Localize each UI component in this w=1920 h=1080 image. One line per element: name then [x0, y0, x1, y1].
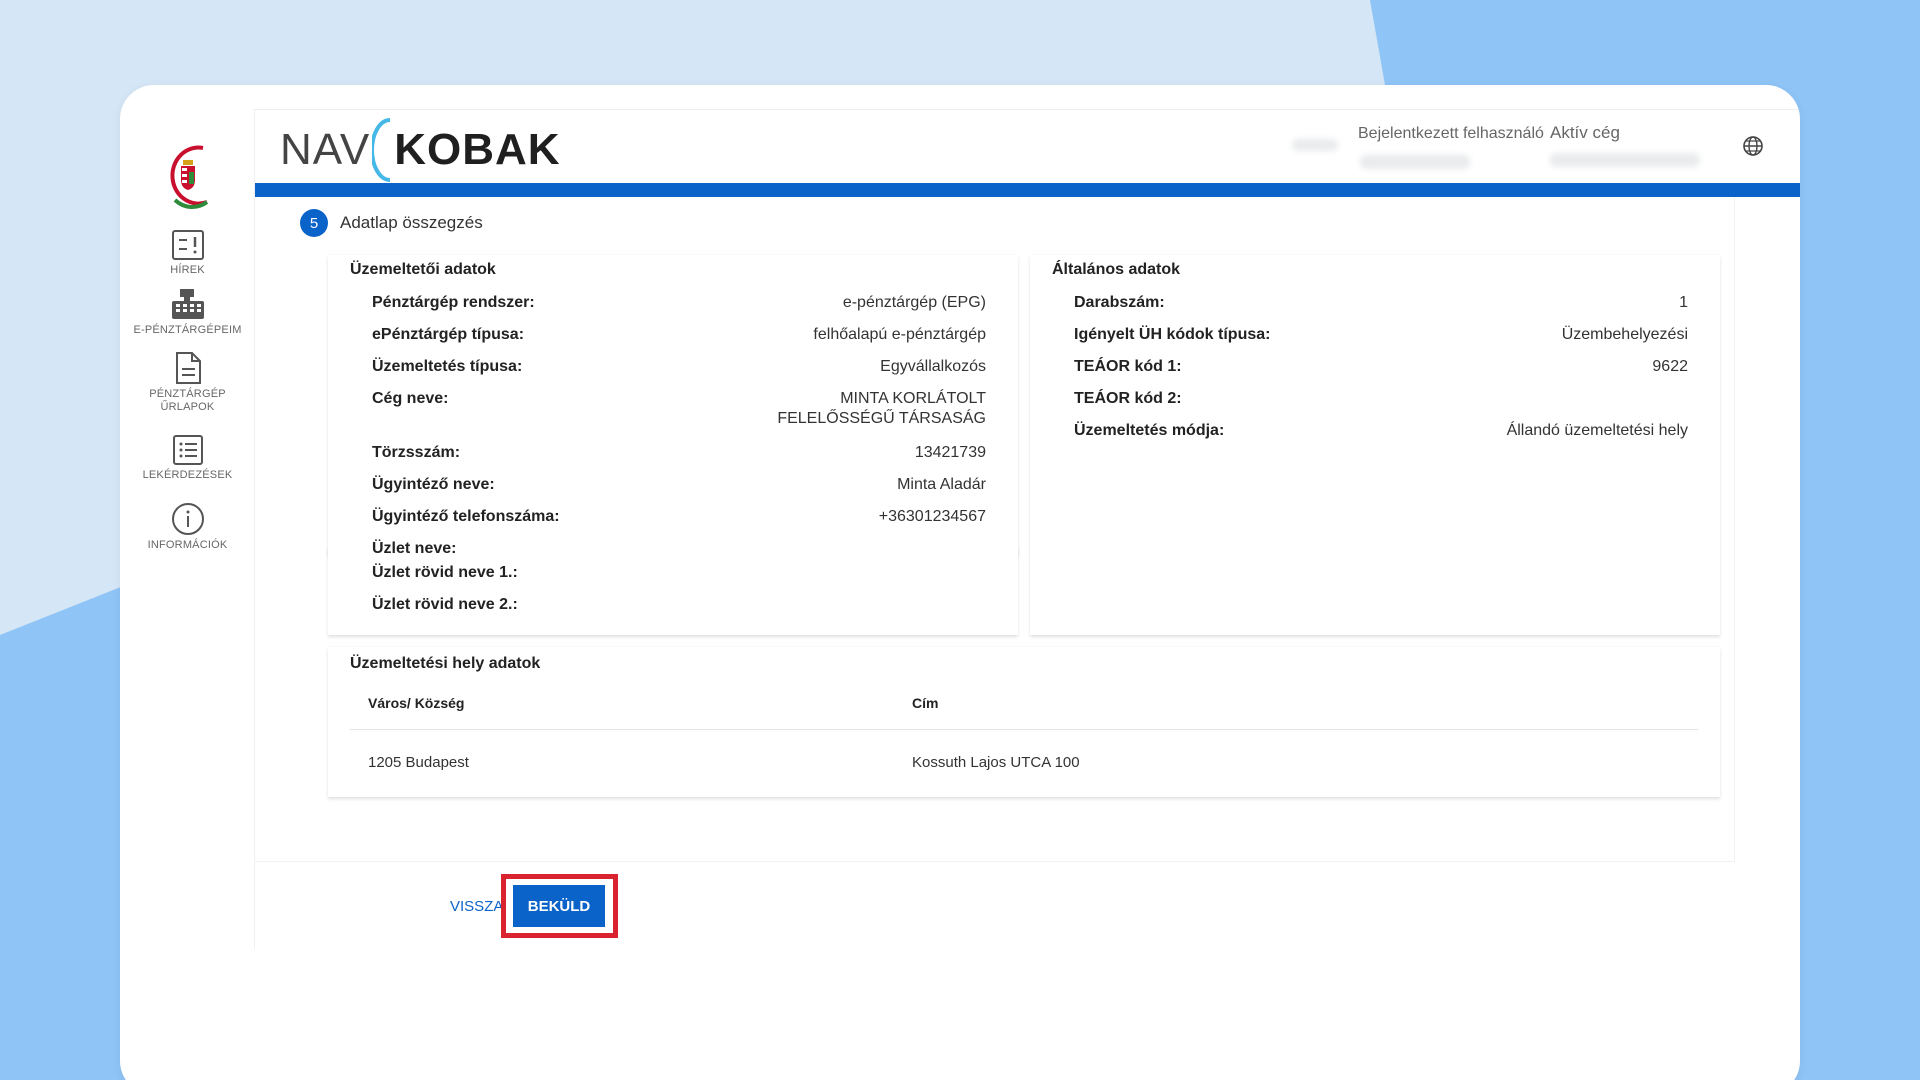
data-row: Igényelt ÜH kódok típusa: Üzembehelyezési — [1074, 326, 1688, 343]
step-title: Adatlap összegzés — [340, 213, 483, 232]
data-row: Üzlet neve: — [372, 540, 457, 557]
app-window: HÍREK E-PÉNZTÁRGÉPEIM PÉNZTÁRGÉP ŰRLAPOK… — [120, 85, 1800, 1080]
data-row: TEÁOR kód 1: 9622 — [1074, 358, 1688, 375]
column-header-address: Cím — [912, 695, 939, 711]
data-row: Ügyintéző neve: Minta Aladár — [372, 476, 986, 493]
data-row: Üzemeltetés módja: Állandó üzemeltetési h… — [1074, 422, 1688, 439]
logged-in-user-label: Bejelentkezett felhasználó — [1358, 125, 1544, 142]
sidebar-item-label: LEKÉRDEZÉSEK — [142, 469, 233, 481]
logo-text-kobak: KOBAK — [394, 125, 561, 174]
blurred-username — [1360, 155, 1470, 169]
operator-data-card: Üzemeltetői adatok Pénztárgép rendszer: e… — [328, 255, 1018, 557]
submit-button[interactable]: BEKÜLD — [513, 885, 605, 927]
sidebar: HÍREK E-PÉNZTÁRGÉPEIM PÉNZTÁRGÉP ŰRLAPOK… — [120, 109, 255, 949]
globe-icon[interactable] — [1742, 135, 1764, 157]
data-row: ePénztárgép típusa: felhőalapú e-pénztárg… — [372, 326, 986, 343]
data-row: Ügyintéző telefonszáma: +36301234567 — [372, 508, 986, 525]
sidebar-item-queries[interactable]: LEKÉRDEZÉSEK — [120, 434, 255, 482]
data-row: Darabszám: 1 — [1074, 294, 1688, 311]
list-icon — [172, 435, 203, 465]
blurred-text — [1292, 139, 1338, 151]
data-row: Üzlet rövid neve 1.: — [372, 564, 518, 581]
header-accent-bar — [255, 183, 1800, 197]
data-row: Törzsszám: 13421739 — [372, 444, 986, 461]
sidebar-item-news[interactable]: HÍREK — [120, 229, 255, 277]
sidebar-item-forms[interactable]: PÉNZTÁRGÉP ŰRLAPOK — [120, 351, 255, 414]
table-cell-city: 1205 Budapest — [368, 754, 469, 771]
cash-register-icon — [171, 289, 204, 319]
data-row: Üzlet rövid neve 2.: — [372, 596, 518, 613]
column-header-city: Város/ Község — [368, 695, 465, 711]
general-data-card: Általános adatok Darabszám: 1 Igényelt ÜH… — [1030, 255, 1720, 635]
active-company-label: Aktív cég — [1550, 123, 1620, 142]
info-icon — [171, 503, 204, 535]
blurred-company — [1550, 153, 1700, 167]
sidebar-item-info[interactable]: INFORMÁCIÓK — [120, 502, 255, 552]
step-number-badge: 5 — [300, 209, 328, 237]
card-title: Üzemeltetési hely adatok — [350, 655, 541, 672]
table-cell-address: Kossuth Lajos UTCA 100 — [912, 754, 1080, 771]
top-divider — [255, 109, 1800, 110]
card-title: Üzemeltetői adatok — [350, 261, 496, 278]
document-icon — [175, 352, 201, 384]
logo-arc-icon — [372, 118, 391, 182]
hungarian-emblem-icon — [170, 145, 209, 209]
data-row: Cég neve: MINTA KORLÁTOLT FELELŐSSÉGŰ TÁR… — [372, 390, 986, 427]
main-content: 5 Adatlap összegzés Üzemeltetői adatok P… — [255, 197, 1735, 862]
sidebar-item-cash-registers[interactable]: E-PÉNZTÁRGÉPEIM — [120, 287, 255, 337]
sidebar-item-label: HÍREK — [170, 264, 205, 276]
data-row: Üzemeltetés típusa: Egyvállalkozós — [372, 358, 986, 375]
location-data-card: Üzemeltetési hely adatok Város/ Község C… — [328, 647, 1720, 797]
sidebar-item-label: E-PÉNZTÁRGÉPEIM — [133, 324, 242, 336]
data-row: Pénztárgép rendszer: e-pénztárgép (EPG) — [372, 294, 986, 311]
nav-kobak-logo: NAV KOBAK — [280, 115, 561, 185]
step-header: 5 Adatlap összegzés — [300, 209, 483, 237]
logo-text-nav: NAV — [280, 125, 371, 174]
sidebar-item-label-line2: ŰRLAPOK — [160, 401, 215, 413]
sidebar-item-label-line1: PÉNZTÁRGÉP — [149, 388, 226, 400]
card-title: Általános adatok — [1052, 261, 1181, 278]
table-divider — [350, 729, 1698, 730]
data-row: TEÁOR kód 2: — [1074, 390, 1182, 407]
back-button[interactable]: VISSZA — [450, 898, 503, 915]
sidebar-item-label: INFORMÁCIÓK — [147, 539, 228, 551]
news-icon — [171, 230, 204, 260]
operator-data-card-bottom: Üzlet rövid neve 1.: Üzlet rövid neve 2.… — [328, 547, 1018, 635]
